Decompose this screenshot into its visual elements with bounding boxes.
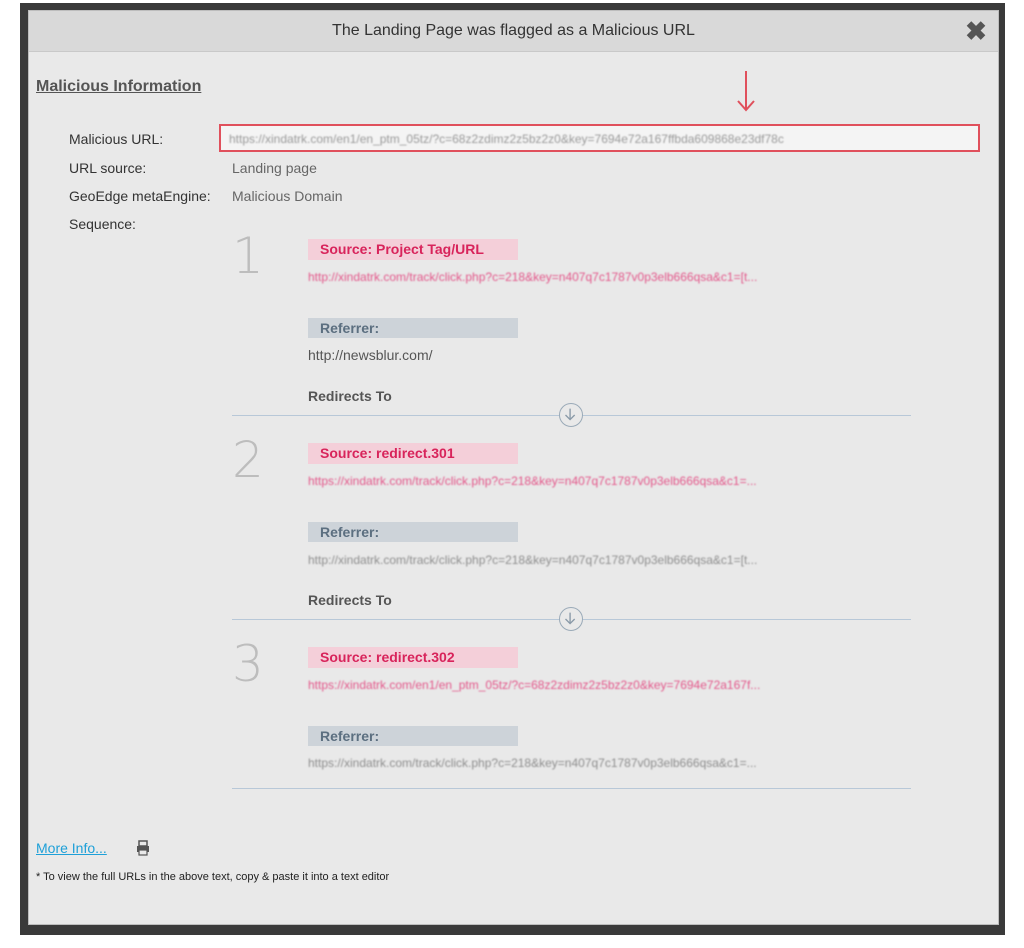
geoedge-engine-label: GeoEdge metaEngine: (69, 188, 211, 204)
sequence-label: Sequence: (69, 216, 136, 232)
dialog-title: The Landing Page was flagged as a Malici… (332, 22, 695, 39)
malicious-url-value: https://xindatrk.com/en1/en_ptm_05tz/?c=… (229, 132, 784, 146)
step-2-referrer-tag: Referrer: (308, 522, 518, 542)
url-source-label: URL source: (69, 160, 147, 176)
step-1-referrer-value: http://newsblur.com/ (308, 347, 433, 363)
chevron-down-circle-icon (559, 607, 583, 631)
dialog-titlebar: The Landing Page was flagged as a Malici… (29, 11, 998, 52)
url-source-value: Landing page (232, 160, 317, 176)
chevron-down-circle-icon (559, 403, 583, 427)
more-info-link[interactable]: More Info... (36, 840, 107, 856)
step-3-referrer-value: https://xindatrk.com/track/click.php?c=2… (308, 756, 757, 770)
step-2-redirects-to: Redirects To (308, 592, 392, 608)
step-number-2: 2 (232, 431, 264, 489)
footer-note: * To view the full URLs in the above tex… (36, 871, 390, 883)
geoedge-engine-value: Malicious Domain (232, 188, 343, 204)
print-icon[interactable] (136, 840, 150, 856)
arrow-down-icon (737, 71, 755, 112)
step-number-1: 1 (232, 227, 264, 285)
malicious-url-dialog: The Landing Page was flagged as a Malici… (28, 10, 999, 925)
step-1-redirects-to: Redirects To (308, 388, 392, 404)
step-1-source-url: http://xindatrk.com/track/click.php?c=21… (308, 270, 758, 284)
step-2-source-url: https://xindatrk.com/track/click.php?c=2… (308, 474, 757, 488)
step-3-referrer-tag: Referrer: (308, 726, 518, 746)
malicious-url-field[interactable]: https://xindatrk.com/en1/en_ptm_05tz/?c=… (219, 124, 980, 152)
section-title: Malicious Information (36, 78, 202, 95)
step-1-referrer-tag: Referrer: (308, 318, 518, 338)
step-3-source-url: https://xindatrk.com/en1/en_ptm_05tz/?c=… (308, 678, 761, 692)
close-icon[interactable]: ✖ (962, 17, 990, 45)
step-3-source-tag: Source: redirect.302 (308, 647, 518, 668)
step-1-source-tag: Source: Project Tag/URL (308, 239, 518, 260)
malicious-url-label: Malicious URL: (69, 131, 164, 147)
step-separator (232, 788, 911, 789)
step-2-source-tag: Source: redirect.301 (308, 443, 518, 464)
step-number-3: 3 (232, 635, 264, 693)
step-2-referrer-value: http://xindatrk.com/track/click.php?c=21… (308, 553, 758, 567)
